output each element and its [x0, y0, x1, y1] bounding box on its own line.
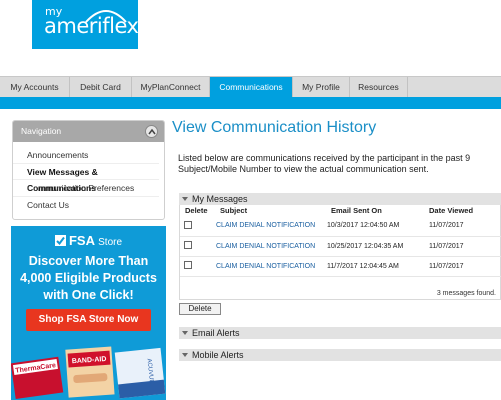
row-delete-checkbox[interactable] [184, 261, 192, 269]
table-row: CLAIM DENIAL NOTIFICATION 11/7/2017 12:0… [180, 256, 501, 276]
expand-arrow-icon [182, 331, 188, 335]
row-delete-checkbox[interactable] [184, 220, 192, 229]
fsa-brand-suffix: Store [98, 237, 123, 248]
tab-my-accounts[interactable]: My Accounts [0, 77, 70, 98]
message-subject-link[interactable]: CLAIM DENIAL NOTIFICATION [214, 236, 327, 256]
collapse-arrow-icon [182, 197, 188, 201]
expand-arrow-icon [182, 353, 188, 357]
email-alerts-section-header[interactable]: Email Alerts [179, 327, 501, 339]
ad-headline: Discover More Than 4,000 Eligible Produc… [20, 254, 157, 302]
tab-communications[interactable]: Communications [210, 77, 293, 98]
fsa-store-brand: FSA Store [11, 233, 166, 248]
column-header-subject: Subject [220, 206, 248, 215]
checkmark-icon [54, 235, 66, 246]
my-messages-label: My Messages [192, 194, 248, 204]
shop-fsa-store-button[interactable]: Shop FSA Store Now [26, 309, 151, 331]
messages-count: 3 messages found. [436, 290, 496, 297]
tab-resources[interactable]: Resources [350, 77, 408, 98]
tab-debit-card[interactable]: Debit Card [70, 77, 132, 98]
logo-name: ameriflex [44, 14, 139, 38]
messages-table: Delete Subject Email Sent On Date Viewed… [180, 205, 501, 277]
date-viewed: 11/07/2017 [429, 242, 464, 250]
sidebar-item-contact-us[interactable]: Contact Us [13, 197, 159, 214]
sidebar-item-communication-preferences[interactable]: Communication Preferences [13, 180, 159, 197]
delete-button[interactable]: Delete [179, 303, 221, 315]
message-subject-link[interactable]: CLAIM DENIAL NOTIFICATION [214, 216, 327, 236]
intro-line-1: Listed below are communications received… [178, 153, 471, 163]
email-sent-on: 11/7/2017 12:04:45 AM [327, 262, 399, 270]
sidebar-header: Navigation [13, 121, 164, 142]
collapse-icon[interactable] [145, 125, 158, 138]
mobile-alerts-section-header[interactable]: Mobile Alerts [179, 349, 501, 361]
ameriflex-logo[interactable]: my ameriflex [32, 0, 139, 49]
message-subject-link[interactable]: CLAIM DENIAL NOTIFICATION [214, 256, 327, 276]
table-row: CLAIM DENIAL NOTIFICATION 10/25/2017 12:… [180, 236, 501, 256]
email-sent-on: 10/25/2017 12:04:35 AM [327, 242, 404, 250]
column-header-delete: Delete [185, 206, 208, 215]
my-messages-section-header[interactable]: My Messages [179, 193, 501, 205]
intro-text: Listed below are communications received… [178, 153, 501, 175]
tab-myplanconnect[interactable]: MyPlanConnect [132, 77, 210, 98]
messages-panel: Delete Subject Email Sent On Date Viewed… [179, 205, 501, 300]
main-nav: My Accounts Debit Card MyPlanConnect Com… [0, 76, 501, 98]
sidebar-navigation: Navigation Announcements View Messages &… [12, 120, 165, 220]
sidebar-item-announcements[interactable]: Announcements [13, 147, 159, 164]
row-delete-checkbox[interactable] [184, 241, 192, 249]
product-images: ThermaCare BAND-AID ACUVUE [11, 346, 166, 400]
email-alerts-label: Email Alerts [192, 328, 240, 338]
email-sent-on: 10/3/2017 12:04:50 AM [327, 222, 400, 230]
column-header-date-viewed: Date Viewed [429, 206, 474, 215]
column-header-email-sent: Email Sent On [331, 206, 382, 215]
intro-line-2: Subject/Mobile Number to view the actual… [178, 164, 429, 174]
date-viewed: 11/07/2017 [429, 262, 464, 270]
table-row: CLAIM DENIAL NOTIFICATION 10/3/2017 12:0… [180, 216, 501, 236]
date-viewed: 11/07/2017 [429, 222, 464, 230]
mobile-alerts-label: Mobile Alerts [192, 350, 244, 360]
sidebar-header-label: Navigation [21, 126, 62, 136]
fsa-store-ad[interactable]: FSA Store Discover More Than 4,000 Eligi… [11, 226, 166, 400]
fsa-brand-text: FSA [68, 233, 95, 248]
tab-my-profile[interactable]: My Profile [293, 77, 350, 98]
page-title: View Communication History [172, 119, 377, 136]
sidebar-item-view-messages[interactable]: View Messages & Communications [13, 164, 159, 193]
nav-accent-bar [0, 97, 501, 109]
